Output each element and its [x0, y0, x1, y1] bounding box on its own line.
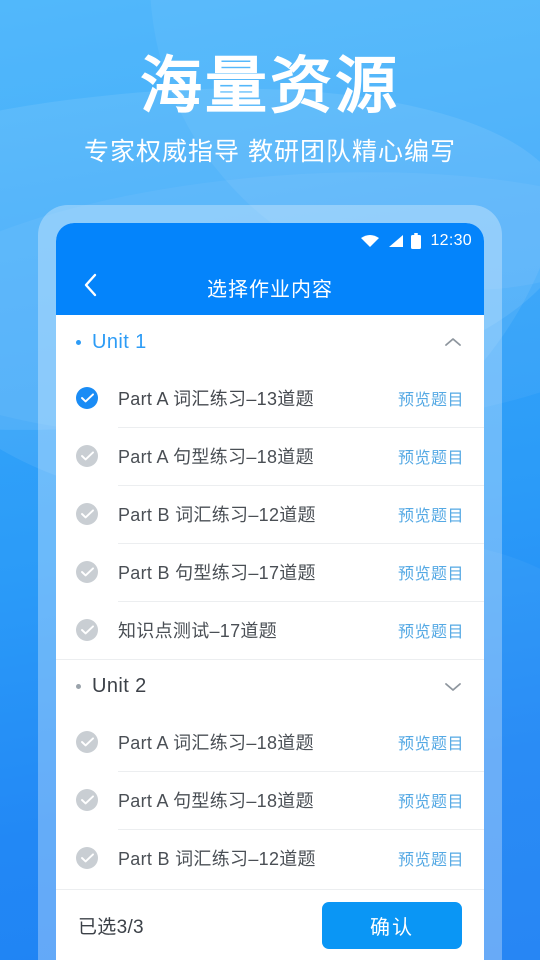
hero-title: 海量资源 — [139, 52, 400, 121]
list-item-title: Part B 句型练习–17道题 — [118, 563, 316, 583]
list-item-title: Part A 句型练习–18道题 — [118, 447, 314, 467]
signal-icon — [387, 234, 404, 248]
list-item[interactable]: 知识点测试–17道题 预览题目 — [56, 601, 484, 659]
list-item[interactable]: Part B 句型练习–17道题 预览题目 — [56, 543, 484, 601]
checkbox-unchecked-icon[interactable] — [76, 847, 98, 869]
footer-bar: 已选3/3 确认 — [56, 889, 484, 960]
hero-banner: 海量资源 专家权威指导 教研团队精心编写 — [0, 0, 540, 205]
preview-link[interactable]: 预览题目 — [398, 846, 464, 870]
list-item-title: Part B 词汇练习–12道题 — [118, 505, 316, 525]
nav-bar: 选择作业内容 — [56, 259, 484, 315]
chevron-up-icon[interactable] — [442, 331, 464, 353]
section-header-unit-1[interactable]: Unit 1 — [56, 315, 484, 369]
status-time: 12:30 — [430, 232, 472, 249]
preview-link[interactable]: 预览题目 — [398, 618, 464, 642]
list-item[interactable]: Part A 词汇练习–13道题 预览题目 — [56, 369, 484, 427]
battery-icon — [411, 233, 422, 249]
checkbox-unchecked-icon[interactable] — [76, 503, 98, 525]
list-item[interactable]: Part A 句型练习–18道题 预览题目 — [56, 427, 484, 485]
list-item[interactable]: Part B 词汇练习–12道题 预览题目 — [56, 829, 484, 887]
section-header-unit-2[interactable]: Unit 2 — [56, 659, 484, 713]
list-item[interactable]: Part A 词汇练习–18道题 预览题目 — [56, 713, 484, 771]
bullet-icon — [76, 339, 81, 345]
wifi-icon — [360, 234, 380, 248]
list-item-title: Part A 词汇练习–13道题 — [118, 389, 314, 409]
section-label: Unit 2 — [92, 675, 147, 697]
back-button[interactable] — [72, 259, 108, 315]
hero-subtitle: 专家权威指导 教研团队精心编写 — [84, 138, 456, 166]
confirm-button[interactable]: 确认 — [322, 901, 462, 949]
preview-link[interactable]: 预览题目 — [398, 788, 464, 812]
phone-screen: 12:30 选择作业内容 Unit 1 Part A 词汇练习–13道题 预览题… — [56, 223, 484, 960]
chevron-left-icon — [83, 273, 97, 302]
checkbox-checked-icon[interactable] — [76, 387, 98, 409]
section-label: Unit 1 — [92, 330, 147, 353]
preview-link[interactable]: 预览题目 — [398, 386, 464, 410]
preview-link[interactable]: 预览题目 — [398, 730, 464, 754]
chevron-down-icon[interactable] — [442, 676, 464, 698]
list-item-title: Part A 词汇练习–18道题 — [118, 733, 314, 753]
page-title: 选择作业内容 — [207, 278, 333, 301]
preview-link[interactable]: 预览题目 — [398, 502, 464, 526]
preview-link[interactable]: 预览题目 — [398, 560, 464, 584]
checkbox-unchecked-icon[interactable] — [76, 619, 98, 641]
checkbox-unchecked-icon[interactable] — [76, 561, 98, 583]
bullet-icon — [76, 684, 81, 689]
checkbox-unchecked-icon[interactable] — [76, 445, 98, 467]
assignment-list: Unit 1 Part A 词汇练习–13道题 预览题目 Part A 句型练习… — [56, 315, 484, 889]
list-item[interactable]: Part A 句型练习–18道题 预览题目 — [56, 771, 484, 829]
list-item-title: 知识点测试–17道题 — [118, 621, 278, 641]
checkbox-unchecked-icon[interactable] — [76, 731, 98, 753]
checkbox-unchecked-icon[interactable] — [76, 789, 98, 811]
status-bar: 12:30 — [56, 223, 484, 259]
selected-count: 已选3/3 — [78, 916, 144, 938]
list-item-title: Part A 句型练习–18道题 — [118, 791, 314, 811]
list-item-title: Part B 词汇练习–12道题 — [118, 849, 316, 869]
list-item[interactable]: Part B 词汇练习–12道题 预览题目 — [56, 485, 484, 543]
preview-link[interactable]: 预览题目 — [398, 444, 464, 468]
